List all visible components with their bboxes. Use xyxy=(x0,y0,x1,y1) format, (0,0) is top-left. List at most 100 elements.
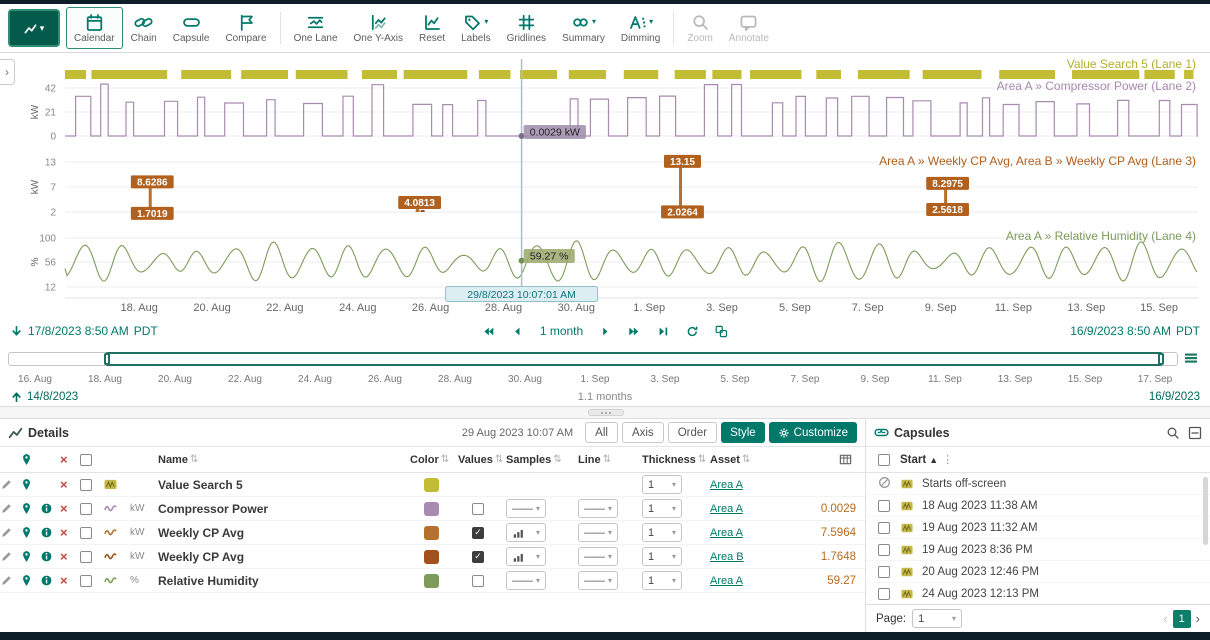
column-color[interactable]: Color⇅ xyxy=(410,454,458,466)
line-select[interactable]: ——▾ xyxy=(578,499,618,518)
info-icon[interactable] xyxy=(40,550,60,563)
customize-button[interactable]: Customize xyxy=(769,422,857,443)
thickness-select[interactable]: 1▾ xyxy=(642,499,682,518)
samples-select[interactable]: ▾ xyxy=(506,547,546,566)
capsule-checkbox[interactable] xyxy=(878,522,890,534)
capsules-scrollbar[interactable] xyxy=(1203,477,1208,545)
toolbar-button-gridlines[interactable]: Gridlines xyxy=(499,7,554,49)
remove-icon[interactable]: × xyxy=(60,574,80,587)
select-all-checkbox[interactable] xyxy=(80,454,92,466)
capsule-checkbox[interactable] xyxy=(878,588,890,600)
color-swatch[interactable] xyxy=(424,478,439,492)
prev-page-button[interactable]: ‹ xyxy=(1163,611,1167,626)
toolbar-button-capsule[interactable]: Capsule xyxy=(165,7,218,49)
capsule-row[interactable]: 20 Aug 2023 12:46 PM xyxy=(866,561,1210,583)
toolbar-button-compare[interactable]: Compare xyxy=(217,7,274,49)
investigate-start[interactable]: 14/8/2023 xyxy=(10,390,78,403)
thickness-select[interactable]: 1▾ xyxy=(642,475,682,494)
edit-icon[interactable] xyxy=(0,478,20,491)
samples-select[interactable]: ▾ xyxy=(506,523,546,542)
page-size-select[interactable]: 1▾ xyxy=(912,609,962,628)
capsule-row[interactable]: 19 Aug 2023 11:32 AM xyxy=(866,517,1210,539)
select-checkbox[interactable] xyxy=(80,503,92,515)
column-name[interactable]: Name⇅ xyxy=(158,454,410,466)
all-button[interactable]: All xyxy=(585,422,618,443)
overview-slider-selection[interactable] xyxy=(105,352,1163,366)
skip-to-end-icon[interactable] xyxy=(657,325,670,338)
remove-icon[interactable]: × xyxy=(60,502,80,515)
trend-chart[interactable]: 4221013721005612kWkW%Value Search 5 (Lan… xyxy=(0,53,1210,318)
line-select[interactable]: ——▾ xyxy=(578,523,618,542)
pin-icon[interactable] xyxy=(20,478,40,491)
step-backward-icon[interactable] xyxy=(511,325,524,338)
column-values[interactable]: Values⇅ xyxy=(458,454,506,466)
values-checkbox[interactable]: ✓ xyxy=(472,527,484,539)
fast-forward-icon[interactable] xyxy=(628,325,641,338)
column-asset[interactable]: Asset⇅ xyxy=(710,454,798,466)
remove-all-icon[interactable]: × xyxy=(60,453,80,466)
remove-icon[interactable]: × xyxy=(60,550,80,563)
investigate-end[interactable]: 16/9/2023 xyxy=(1149,391,1200,403)
toolbar-button-summary[interactable]: ▾Summary xyxy=(554,7,613,49)
item-name[interactable]: Relative Humidity xyxy=(158,574,410,588)
thickness-select[interactable]: 1▾ xyxy=(642,571,682,590)
edit-icon[interactable] xyxy=(0,526,20,539)
capsule-row[interactable]: Starts off-screen xyxy=(866,473,1210,495)
next-page-button[interactable]: › xyxy=(1196,611,1200,626)
panel-resize-divider[interactable] xyxy=(0,406,1210,419)
current-page[interactable]: 1 xyxy=(1173,610,1191,628)
trend-view-selector-button[interactable]: ▾ xyxy=(8,9,60,47)
asset-link[interactable]: Area A xyxy=(710,527,743,539)
column-start[interactable]: Start xyxy=(900,454,926,466)
item-name[interactable]: Weekly CP Avg xyxy=(158,550,410,564)
axis-button[interactable]: Axis xyxy=(622,422,664,443)
pin-icon[interactable] xyxy=(20,574,40,587)
column-thickness[interactable]: Thickness⇅ xyxy=(642,454,710,466)
duplicate-range-icon[interactable] xyxy=(715,325,728,338)
column-menu-icon[interactable]: ⋮ xyxy=(942,453,953,466)
pin-icon[interactable] xyxy=(20,550,40,563)
capsule-checkbox[interactable] xyxy=(878,566,890,578)
info-icon[interactable] xyxy=(40,502,60,515)
slider-left-handle[interactable] xyxy=(104,353,110,365)
style-button[interactable]: Style xyxy=(721,422,765,443)
info-icon[interactable] xyxy=(40,526,60,539)
asset-link[interactable]: Area A xyxy=(710,503,743,515)
toolbar-button-one-lane[interactable]: One Lane xyxy=(286,7,346,49)
select-checkbox[interactable] xyxy=(80,479,92,491)
remove-icon[interactable]: × xyxy=(60,526,80,539)
color-swatch[interactable] xyxy=(424,502,439,516)
capsule-checkbox[interactable] xyxy=(878,500,890,512)
expand-sidebar-button[interactable]: › xyxy=(0,59,15,85)
capsule-row[interactable]: 24 Aug 2023 12:13 PM xyxy=(866,583,1210,605)
edit-icon[interactable] xyxy=(0,502,20,515)
samples-select[interactable]: ——▾ xyxy=(506,571,546,590)
asset-link[interactable]: Area A xyxy=(710,479,743,491)
capsule-checkbox[interactable] xyxy=(878,544,890,556)
asset-link[interactable]: Area A xyxy=(710,575,743,587)
values-checkbox[interactable] xyxy=(472,575,484,587)
range-duration[interactable]: 1 month xyxy=(540,324,583,338)
overview-slider-track[interactable] xyxy=(8,352,1178,366)
range-start-arrow-icon[interactable] xyxy=(10,325,23,338)
asset-link[interactable]: Area B xyxy=(710,551,744,563)
range-start-text[interactable]: 17/8/2023 8:50 AM xyxy=(28,324,129,338)
edit-icon[interactable] xyxy=(0,574,20,587)
edit-icon[interactable] xyxy=(0,550,20,563)
capsule-row[interactable]: 18 Aug 2023 11:38 AM xyxy=(866,495,1210,517)
toolbar-button-reset[interactable]: Reset xyxy=(411,7,453,49)
range-end-text[interactable]: 16/9/2023 8:50 AM xyxy=(1070,324,1171,338)
capsule-row[interactable]: 19 Aug 2023 8:36 PM xyxy=(866,539,1210,561)
info-icon[interactable] xyxy=(40,574,60,587)
values-checkbox[interactable] xyxy=(472,503,484,515)
pin-all-icon[interactable] xyxy=(20,453,40,466)
fast-backward-icon[interactable] xyxy=(482,325,495,338)
toolbar-button-dimming[interactable]: ▾Dimming xyxy=(613,7,668,49)
column-line[interactable]: Line⇅ xyxy=(578,454,642,466)
toolbar-button-calendar[interactable]: Calendar xyxy=(66,7,123,49)
remove-icon[interactable]: × xyxy=(60,478,80,491)
color-swatch[interactable] xyxy=(424,574,439,588)
samples-select[interactable]: ——▾ xyxy=(506,499,546,518)
thickness-select[interactable]: 1▾ xyxy=(642,523,682,542)
search-icon[interactable] xyxy=(1166,426,1180,440)
